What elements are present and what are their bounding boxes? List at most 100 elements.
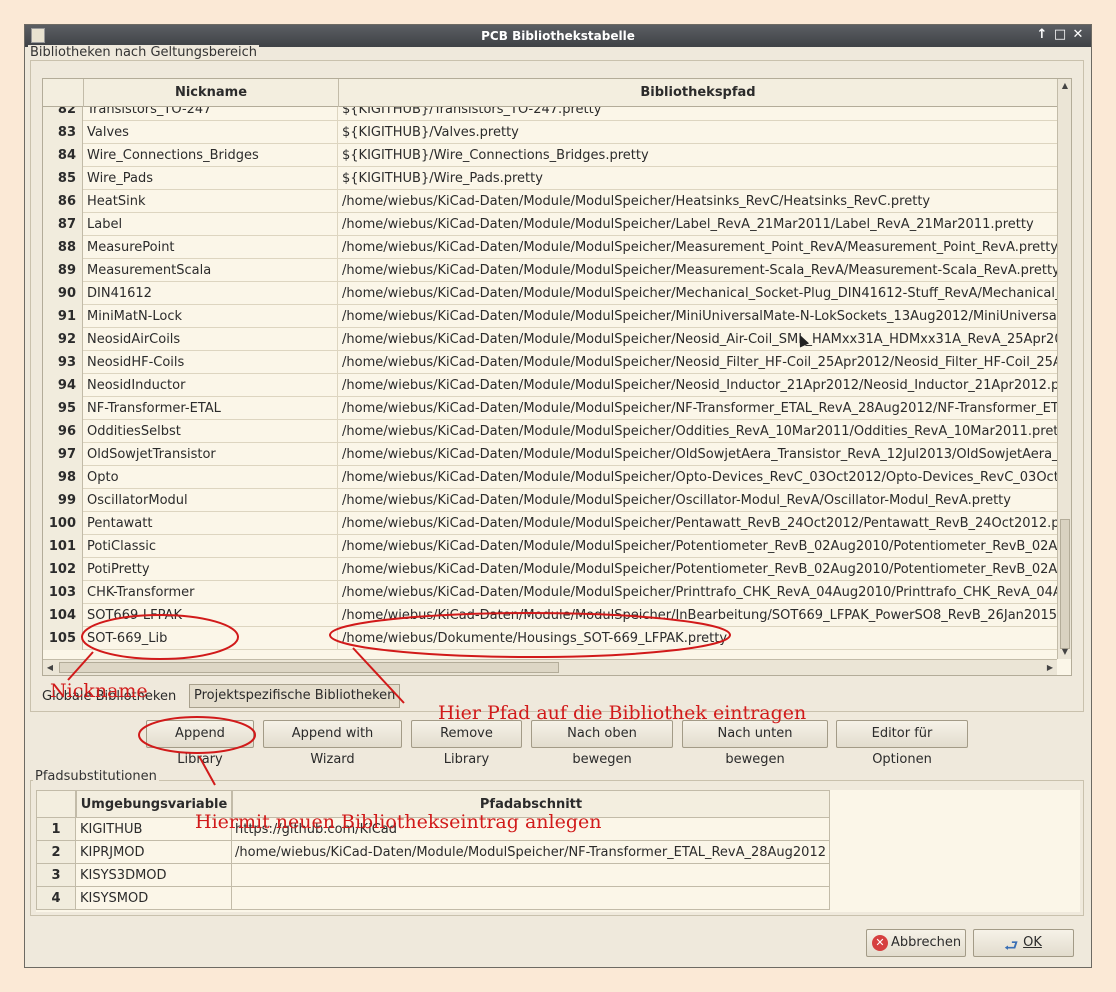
move-down-button[interactable]: Nach unten bewegen	[682, 720, 828, 767]
vertical-scroll-thumb[interactable]	[1060, 519, 1070, 649]
tab-project-libraries[interactable]: Projektspezifische Bibliotheken	[189, 684, 401, 708]
table-row[interactable]: 95 NF-Transformer-ETAL/home/wiebus/KiCad-…	[43, 397, 1057, 420]
options-editor-button[interactable]: Editor für Optionen	[836, 720, 968, 767]
scroll-left-icon[interactable]: ◀	[43, 660, 57, 675]
nickname-cell[interactable]: OscillatorModul	[84, 489, 338, 512]
path-cell[interactable]: /home/wiebus/KiCad-Daten/Module/ModulSpe…	[339, 213, 1057, 236]
nickname-cell[interactable]: OldSowjetTransistor	[84, 443, 338, 466]
path-cell[interactable]: /home/wiebus/KiCad-Daten/Module/ModulSpe…	[339, 558, 1057, 581]
nickname-cell[interactable]: Opto	[84, 466, 338, 489]
path-cell[interactable]: ${KIGITHUB}/Wire_Pads.pretty	[339, 167, 1057, 190]
path-cell[interactable]: ${KIGITHUB}/Valves.pretty	[339, 121, 1057, 144]
table-row[interactable]: 87 Label/home/wiebus/KiCad-Daten/Module/M…	[43, 213, 1057, 236]
path-cell[interactable]: /home/wiebus/KiCad-Daten/Module/ModulSpe…	[339, 512, 1057, 535]
row-number[interactable]: 83	[43, 121, 83, 144]
table-row[interactable]: 93 NeosidHF-Coils/home/wiebus/KiCad-Daten…	[43, 351, 1057, 374]
subst-row-number[interactable]: 4	[36, 887, 76, 910]
table-row[interactable]: 104 SOT669-LFPAK/home/wiebus/KiCad-Daten/…	[43, 604, 1057, 627]
column-header-nickname[interactable]: Nickname	[84, 79, 339, 107]
path-cell[interactable]: /home/wiebus/Dokumente/Housings_SOT-669_…	[339, 627, 1057, 650]
nickname-cell[interactable]: HeatSink	[84, 190, 338, 213]
table-row[interactable]: 99 OscillatorModul/home/wiebus/KiCad-Date…	[43, 489, 1057, 512]
path-cell[interactable]: /home/wiebus/KiCad-Daten/Module/ModulSpe…	[339, 489, 1057, 512]
row-number[interactable]: 92	[43, 328, 83, 351]
maximize-icon[interactable]: □	[1053, 27, 1067, 43]
nickname-cell[interactable]: NF-Transformer-ETAL	[84, 397, 338, 420]
nickname-cell[interactable]: DIN41612	[84, 282, 338, 305]
path-segment-cell[interactable]	[232, 864, 830, 887]
nickname-cell[interactable]: NeosidInductor	[84, 374, 338, 397]
table-row[interactable]: 83 Valves ${KIGITHUB}/Valves.pretty	[43, 121, 1057, 144]
row-number[interactable]: 88	[43, 236, 83, 259]
env-variable-cell[interactable]: KISYSMOD	[76, 887, 232, 910]
append-with-wizard-button[interactable]: Append with Wizard	[263, 720, 402, 767]
path-cell[interactable]: /home/wiebus/KiCad-Daten/Module/ModulSpe…	[339, 374, 1057, 397]
table-row[interactable]: 102 PotiPretty/home/wiebus/KiCad-Daten/Mo…	[43, 558, 1057, 581]
nickname-cell[interactable]: SOT-669_Lib	[84, 627, 338, 650]
scroll-right-icon[interactable]: ▶	[1043, 660, 1057, 675]
path-cell[interactable]: /home/wiebus/KiCad-Daten/Module/ModulSpe…	[339, 351, 1057, 374]
row-number[interactable]: 87	[43, 213, 83, 236]
row-number[interactable]: 93	[43, 351, 83, 374]
row-number[interactable]: 98	[43, 466, 83, 489]
row-number[interactable]: 94	[43, 374, 83, 397]
table-row[interactable]: 84 Wire_Connections_Bridges ${KIGITHUB}/Wi…	[43, 144, 1057, 167]
roll-up-icon[interactable]: ↑	[1035, 27, 1049, 43]
remove-library-button[interactable]: Remove Library	[411, 720, 522, 767]
table-row[interactable]: 91 MiniMatN-Lock/home/wiebus/KiCad-Daten/…	[43, 305, 1057, 328]
path-cell[interactable]: /home/wiebus/KiCad-Daten/Module/ModulSpe…	[339, 604, 1057, 627]
table-row[interactable]: 85 Wire_Pads ${KIGITHUB}/Wire_Pads.pretty	[43, 167, 1057, 190]
cancel-button[interactable]: ✕ Abbrechen	[866, 929, 966, 957]
vertical-scrollbar[interactable]: ▲ ▼	[1057, 79, 1071, 659]
table-row[interactable]: 101 PotiClassic/home/wiebus/KiCad-Daten/M…	[43, 535, 1057, 558]
path-segment-cell[interactable]: /home/wiebus/KiCad-Daten/Module/ModulSpe…	[232, 841, 830, 864]
row-number[interactable]: 90	[43, 282, 83, 305]
nickname-cell[interactable]: Wire_Connections_Bridges	[84, 144, 338, 167]
path-cell[interactable]: /home/wiebus/KiCad-Daten/Module/ModulSpe…	[339, 305, 1057, 328]
path-segment-cell[interactable]	[232, 887, 830, 910]
path-cell[interactable]: /home/wiebus/KiCad-Daten/Module/ModulSpe…	[339, 535, 1057, 558]
row-number[interactable]: 85	[43, 167, 83, 190]
path-cell[interactable]: /home/wiebus/KiCad-Daten/Module/ModulSpe…	[339, 259, 1057, 282]
row-number[interactable]: 103	[43, 581, 83, 604]
table-row[interactable]: 94 NeosidInductor/home/wiebus/KiCad-Daten…	[43, 374, 1057, 397]
path-cell[interactable]: /home/wiebus/KiCad-Daten/Module/ModulSpe…	[339, 420, 1057, 443]
move-up-button[interactable]: Nach oben bewegen	[531, 720, 673, 767]
row-number[interactable]: 89	[43, 259, 83, 282]
row-number[interactable]: 86	[43, 190, 83, 213]
row-number[interactable]: 101	[43, 535, 83, 558]
table-row[interactable]: 90 DIN41612/home/wiebus/KiCad-Daten/Modul…	[43, 282, 1057, 305]
row-number[interactable]: 91	[43, 305, 83, 328]
row-number[interactable]: 82	[43, 107, 83, 121]
row-number[interactable]: 95	[43, 397, 83, 420]
nickname-cell[interactable]: PotiPretty	[84, 558, 338, 581]
nickname-cell[interactable]: Transistors_TO-247	[84, 107, 338, 121]
nickname-cell[interactable]: MeasurementScala	[84, 259, 338, 282]
table-row[interactable]: 105 SOT-669_Lib/home/wiebus/Dokumente/Hou…	[43, 627, 1057, 650]
table-row[interactable]: 97 OldSowjetTransistor/home/wiebus/KiCad-…	[43, 443, 1057, 466]
path-cell[interactable]: /home/wiebus/KiCad-Daten/Module/ModulSpe…	[339, 190, 1057, 213]
row-number[interactable]: 84	[43, 144, 83, 167]
table-row[interactable]: 103 CHK-Transformer/home/wiebus/KiCad-Dat…	[43, 581, 1057, 604]
row-number[interactable]: 97	[43, 443, 83, 466]
subst-row-number[interactable]: 3	[36, 864, 76, 887]
subst-row-number[interactable]: 2	[36, 841, 76, 864]
table-row[interactable]: 82 Transistors_TO-247 ${KIGITHUB}/Transist…	[43, 107, 1057, 121]
horizontal-scroll-thumb[interactable]	[59, 662, 559, 673]
table-row[interactable]: 89 MeasurementScala/home/wiebus/KiCad-Dat…	[43, 259, 1057, 282]
env-variable-cell[interactable]: KIPRJMOD	[76, 841, 232, 864]
table-row[interactable]: 88 MeasurePoint/home/wiebus/KiCad-Daten/M…	[43, 236, 1057, 259]
row-number[interactable]: 105	[43, 627, 83, 650]
nickname-cell[interactable]: SOT669-LFPAK	[84, 604, 338, 627]
path-cell[interactable]: /home/wiebus/KiCad-Daten/Module/ModulSpe…	[339, 282, 1057, 305]
table-row[interactable]: 100 Pentawatt/home/wiebus/KiCad-Daten/Mod…	[43, 512, 1057, 535]
nickname-cell[interactable]: NeosidAirCoils	[84, 328, 338, 351]
path-cell[interactable]: /home/wiebus/KiCad-Daten/Module/ModulSpe…	[339, 236, 1057, 259]
scroll-up-icon[interactable]: ▲	[1058, 79, 1071, 93]
nickname-cell[interactable]: PotiClassic	[84, 535, 338, 558]
env-variable-cell[interactable]: KISYS3DMOD	[76, 864, 232, 887]
row-number[interactable]: 96	[43, 420, 83, 443]
nickname-cell[interactable]: Pentawatt	[84, 512, 338, 535]
nickname-cell[interactable]: Valves	[84, 121, 338, 144]
row-number[interactable]: 100	[43, 512, 83, 535]
